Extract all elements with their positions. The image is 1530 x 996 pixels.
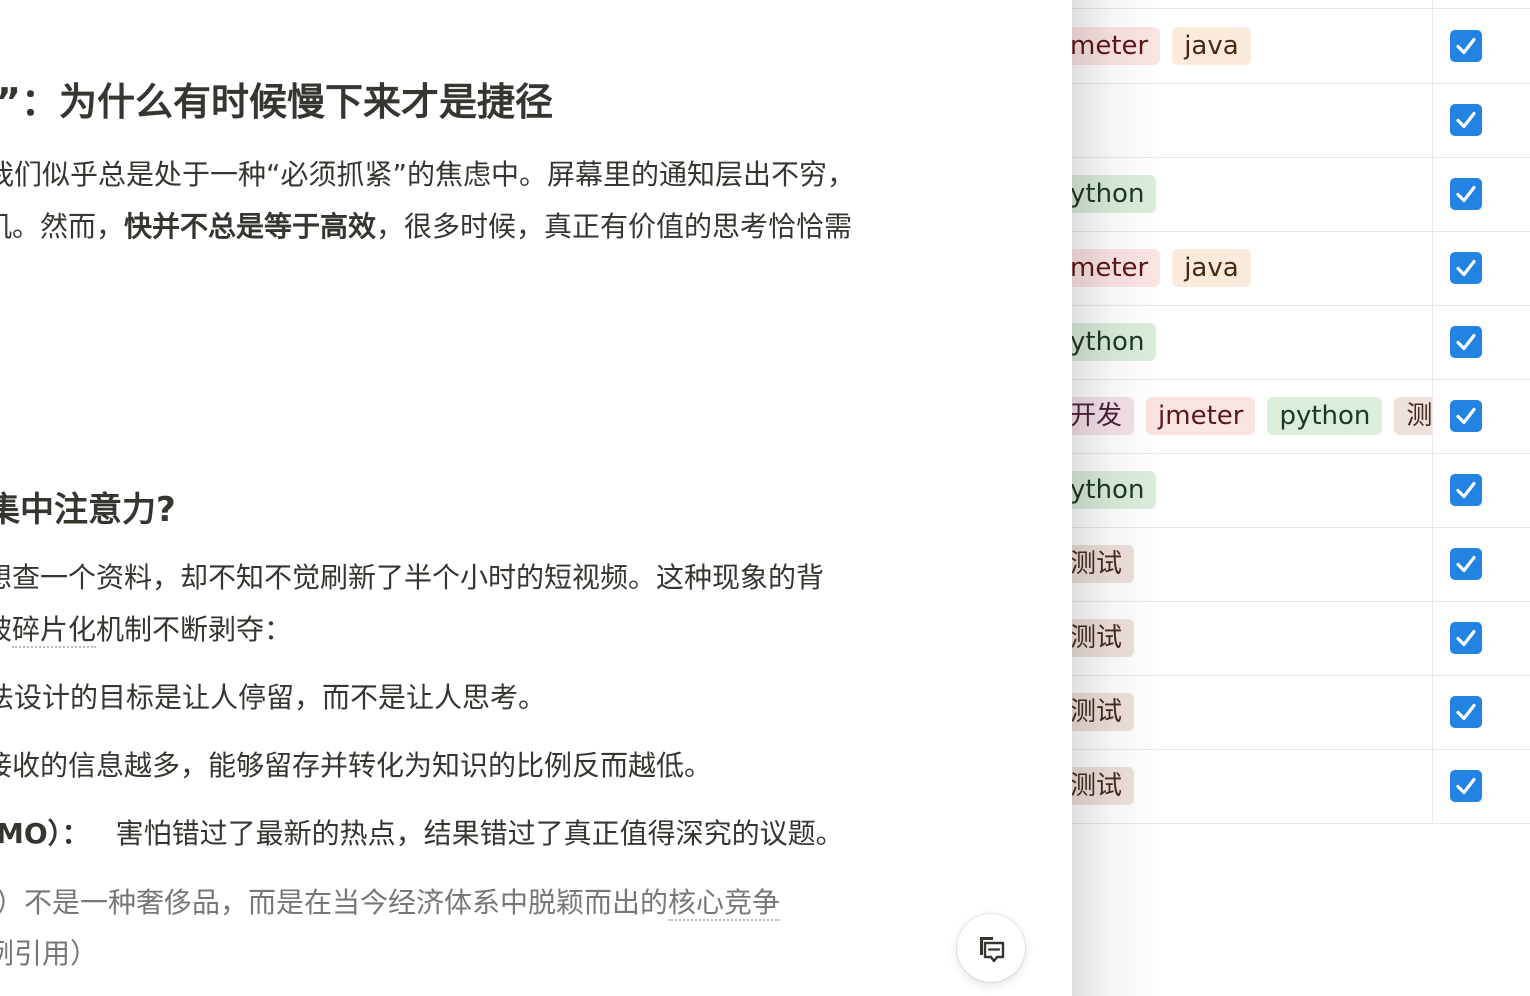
done-checkbox[interactable] <box>1450 104 1482 136</box>
tags-cell[interactable] <box>1072 101 1432 139</box>
para2-line-2: 被碎片化机制不断剥夺： <box>0 610 292 650</box>
checkmark-icon <box>1456 111 1476 129</box>
done-checkbox[interactable] <box>1450 622 1482 654</box>
page-peek-panel: ”：为什么有时候慢下来才是捷径 我们似乎总是处于一种“必须抓紧”的焦虑中。屏幕里… <box>0 0 1072 996</box>
checkmark-icon <box>1456 259 1476 277</box>
bullet-item-3: MO）： 害怕错过了最新的热点，结果错过了真正值得深究的议题。 <box>0 814 844 854</box>
tag-brown: 测试 <box>1072 693 1135 731</box>
fomo-text: 害怕错过了最新的热点，结果错过了真正值得深究的议题。 <box>115 817 844 850</box>
checkmark-icon <box>1456 185 1476 203</box>
quote-line-1: ）不是一种奢侈品，而是在当今经济体系中脱颖而出的核心竞争 <box>0 883 781 923</box>
checkmark-icon <box>1456 333 1476 351</box>
tag-green: ython <box>1072 175 1157 213</box>
para2-line-1: 想查一个资料，却不知不觉刷新了半个小时的短视频。这种现象的背 <box>0 561 825 594</box>
table-row[interactable]: 测试 <box>1072 527 1530 602</box>
done-checkbox[interactable] <box>1450 474 1482 506</box>
table-row[interactable]: 开发 jmeter python 测 <box>1072 379 1530 454</box>
done-checkbox[interactable] <box>1450 178 1482 210</box>
table-row[interactable]: 测试 <box>1072 675 1530 750</box>
tag-green: python <box>1267 397 1383 435</box>
tags-cell[interactable]: meter java <box>1072 249 1432 287</box>
done-checkbox[interactable] <box>1450 400 1482 432</box>
tags-cell[interactable]: ython <box>1072 175 1432 213</box>
table-row[interactable]: ython <box>1072 157 1530 232</box>
tags-cell[interactable]: 开发 jmeter python 测 <box>1072 397 1432 435</box>
table-row[interactable]: meter java <box>1072 9 1530 84</box>
tag-green: ython <box>1072 323 1157 361</box>
tags-cell[interactable]: ython <box>1072 323 1432 361</box>
checkmark-icon <box>1456 555 1476 573</box>
tag-pink: 开发 <box>1072 397 1135 435</box>
done-checkbox[interactable] <box>1450 252 1482 284</box>
done-checkbox[interactable] <box>1450 326 1482 358</box>
fragmentation-term[interactable]: 碎片化 <box>12 613 97 648</box>
bullet-item-1: 法设计的目标是让人停留，而不是让人思考。 <box>0 681 547 714</box>
table-row[interactable] <box>1072 83 1530 158</box>
checkmark-icon <box>1456 629 1476 647</box>
para2-line-2-post: 机制不断剥夺： <box>96 613 293 646</box>
checkmark-icon <box>1456 37 1476 55</box>
para2-line-2-pre: 被 <box>0 613 12 646</box>
table-row[interactable]: meter java <box>1072 231 1530 306</box>
quote-line-2: 例引用） <box>0 937 99 970</box>
intro-line-2-post: ，很多时候，真正有价值的思考恰恰需 <box>376 210 853 243</box>
tag-red: meter <box>1072 249 1161 287</box>
tag-brown: 测试 <box>1072 545 1135 583</box>
table-row[interactable]: ython <box>1072 453 1530 528</box>
tag-green: ython <box>1072 471 1157 509</box>
tag-brown: 测试 <box>1072 767 1135 805</box>
checkmark-icon <box>1456 481 1476 499</box>
tags-cell[interactable]: 测试 <box>1072 767 1432 805</box>
tag-orange: java <box>1172 249 1251 287</box>
tags-cell[interactable]: meter java <box>1072 27 1432 65</box>
checkmark-icon <box>1456 777 1476 795</box>
tags-cell[interactable]: 测试 <box>1072 545 1432 583</box>
tag-brown: 测 <box>1394 397 1432 435</box>
checkmark-icon <box>1456 407 1476 425</box>
article-heading-2: 集中注意力? <box>0 490 176 530</box>
tag-orange: java <box>1172 27 1251 65</box>
done-checkbox[interactable] <box>1450 696 1482 728</box>
intro-bold-text: 快并不总是等于高效 <box>124 210 377 243</box>
core-competitiveness-term[interactable]: 核心竞争 <box>668 886 781 921</box>
tags-cell[interactable]: 测试 <box>1072 619 1432 657</box>
tags-cell[interactable]: ython <box>1072 471 1432 509</box>
table-row[interactable]: 测试 <box>1072 749 1530 824</box>
fomo-label: MO）： <box>0 817 90 850</box>
database-table: meter java ython meter java ython 开发 jmeter pyth… <box>1072 0 1530 996</box>
done-checkbox[interactable] <box>1450 30 1482 62</box>
tag-red: jmeter <box>1146 397 1256 435</box>
done-checkbox[interactable] <box>1450 770 1482 802</box>
checkmark-icon <box>1456 703 1476 721</box>
tag-brown: 测试 <box>1072 619 1135 657</box>
bullet-item-2: 接收的信息越多，能够留存并转化为知识的比例反而越低。 <box>0 749 713 782</box>
done-checkbox[interactable] <box>1450 548 1482 580</box>
table-row[interactable]: 测试 <box>1072 601 1530 676</box>
intro-line-2-pre: 机。然而， <box>0 210 125 243</box>
intro-line-1: 我们似乎总是处于一种“必须抓紧”的焦虑中。屏幕里的通知层出不穷， <box>0 158 856 191</box>
quote-line-1-pre: ）不是一种奢侈品，而是在当今经济体系中脱颖而出的 <box>0 886 669 919</box>
comment-button[interactable] <box>957 914 1025 982</box>
tags-cell[interactable]: 测试 <box>1072 693 1432 731</box>
article-heading-1: ”：为什么有时候慢下来才是捷径 <box>0 80 553 124</box>
tag-red: meter <box>1072 27 1161 65</box>
table-row[interactable]: ython <box>1072 305 1530 380</box>
intro-line-2: 机。然而，快并不总是等于高效，很多时候，真正有价值的思考恰恰需 <box>0 207 852 247</box>
